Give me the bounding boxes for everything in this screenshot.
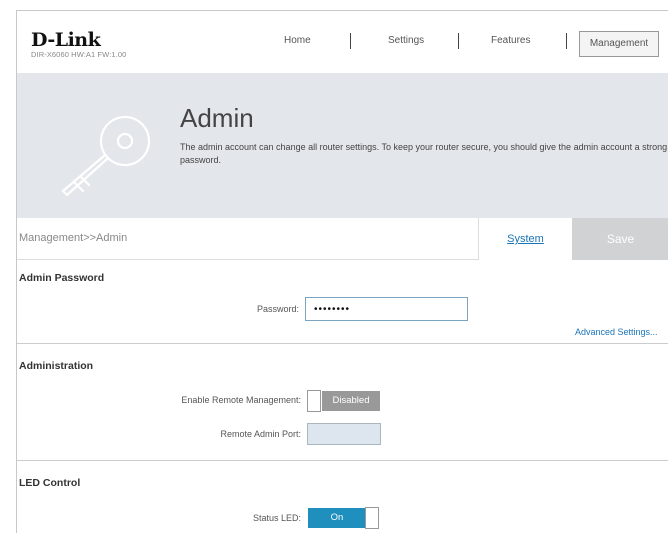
system-link[interactable]: System bbox=[478, 218, 572, 260]
page-description: The admin account can change all router … bbox=[180, 142, 668, 165]
remote-management-toggle[interactable]: Disabled bbox=[307, 390, 381, 412]
section-led-control-title: LED Control bbox=[19, 477, 81, 489]
nav-settings[interactable]: Settings bbox=[388, 35, 424, 46]
page-banner: Admin The admin account can change all r… bbox=[17, 73, 668, 218]
remote-admin-port-input[interactable] bbox=[307, 423, 381, 445]
status-led-toggle[interactable]: On bbox=[307, 507, 381, 529]
nav-home[interactable]: Home bbox=[284, 35, 311, 46]
page-title: Admin bbox=[180, 103, 254, 133]
toggle-state: On bbox=[308, 508, 366, 528]
section-divider bbox=[17, 460, 668, 461]
nav-features[interactable]: Features bbox=[491, 35, 530, 46]
status-led-label: Status LED: bbox=[252, 513, 301, 523]
section-administration-title: Administration bbox=[19, 360, 94, 372]
breadcrumb: Management>>Admin bbox=[19, 232, 128, 244]
top-bar: D-Link DIR-X6060 HW:A1 FW:1.00 Home Sett… bbox=[17, 11, 668, 73]
section-divider bbox=[17, 343, 668, 344]
dlink-logo[interactable]: D-Link bbox=[31, 29, 101, 51]
toggle-knob bbox=[365, 507, 379, 529]
model-info: DIR-X6060 HW:A1 FW:1.00 bbox=[31, 50, 127, 59]
breadcrumb-bar: Management>>Admin System Save bbox=[17, 218, 668, 260]
remote-admin-port-label: Remote Admin Port: bbox=[220, 429, 301, 439]
nav-separator bbox=[350, 33, 351, 49]
advanced-settings-link[interactable]: Advanced Settings... bbox=[575, 327, 658, 337]
toggle-knob bbox=[307, 390, 321, 412]
save-button[interactable]: Save bbox=[572, 218, 668, 260]
nav-separator bbox=[566, 33, 567, 49]
section-admin-password-title: Admin Password bbox=[19, 272, 105, 284]
password-label: Password: bbox=[256, 304, 299, 314]
remote-management-label: Enable Remote Management: bbox=[181, 395, 301, 405]
password-input[interactable] bbox=[305, 297, 468, 321]
key-icon bbox=[61, 115, 151, 197]
toggle-state: Disabled bbox=[322, 391, 380, 411]
nav-separator bbox=[458, 33, 459, 49]
router-admin-page: D-Link DIR-X6060 HW:A1 FW:1.00 Home Sett… bbox=[16, 10, 668, 533]
nav-management[interactable]: Management bbox=[579, 31, 659, 57]
